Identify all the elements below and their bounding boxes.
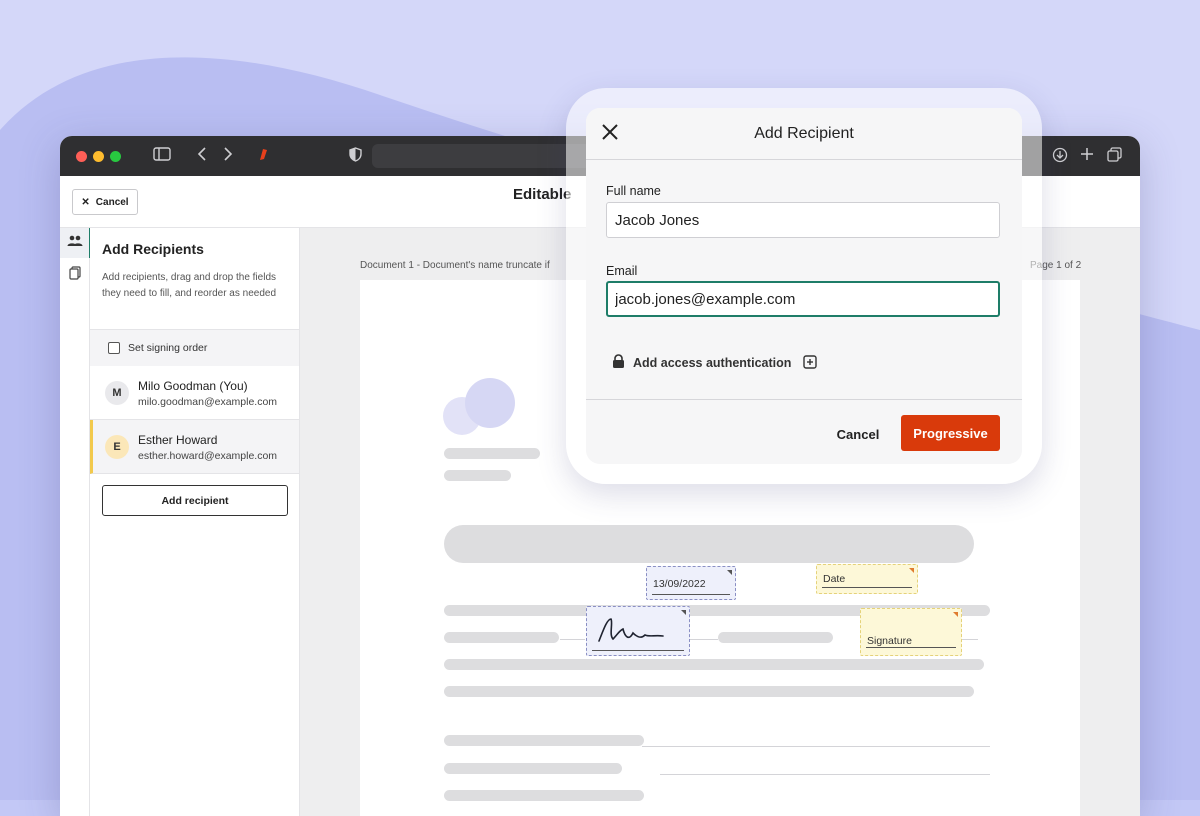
add-recipient-dialog: Add Recipient Full name Email Add access… (586, 108, 1022, 464)
signing-order-checkbox[interactable] (108, 342, 120, 354)
date-field-value: 13/09/2022 (653, 578, 706, 590)
copy-icon (68, 265, 81, 285)
resize-handle-icon (727, 570, 732, 575)
app-logo-icon (257, 147, 269, 166)
logo-placeholder (443, 378, 515, 435)
back-icon[interactable] (197, 147, 207, 166)
signature-mark (598, 618, 664, 642)
placeholder-line (718, 632, 833, 643)
placeholder-line (444, 632, 559, 643)
field-underline (866, 647, 956, 648)
field-underline (592, 650, 684, 651)
cancel-button[interactable]: Cancel (822, 417, 894, 451)
full-name-label: Full name (606, 184, 661, 198)
plus-square-icon (803, 354, 818, 372)
shield-icon[interactable] (349, 147, 362, 167)
signing-order-row[interactable]: Set signing order (90, 329, 299, 367)
sidebar-toggle-icon[interactable] (153, 147, 171, 166)
people-icon (67, 234, 83, 252)
placeholder-line (444, 735, 644, 746)
resize-handle-icon (953, 612, 958, 617)
divider (560, 639, 585, 640)
placeholder-line (444, 763, 622, 774)
left-rail (60, 228, 91, 816)
date-field-placeholder: Date (823, 573, 846, 585)
placeholder-line (444, 448, 540, 459)
lock-icon (612, 354, 625, 372)
maximize-window-button[interactable] (110, 151, 121, 162)
email-field[interactable] (606, 281, 1000, 317)
add-recipient-button[interactable]: Add recipient (102, 485, 288, 516)
avatar: M (105, 381, 129, 405)
signing-order-label: Set signing order (128, 342, 208, 354)
cancel-button-label: Cancel (95, 196, 129, 208)
tabs-overview-icon[interactable] (1107, 147, 1122, 167)
resize-handle-icon (909, 568, 914, 573)
cancel-button[interactable]: ✕ Cancel (72, 189, 138, 215)
full-name-field[interactable] (606, 202, 1000, 238)
close-window-button[interactable] (76, 151, 87, 162)
recipients-panel: Add Recipients Add recipients, drag and … (90, 228, 300, 816)
download-icon[interactable] (1052, 147, 1068, 168)
date-field[interactable]: Date (816, 564, 918, 594)
signature-field[interactable] (586, 606, 690, 656)
dialog-footer: Cancel Progressive (586, 399, 1022, 464)
progressive-button[interactable]: Progressive (901, 415, 1000, 451)
add-access-authentication-button[interactable]: Add access authentication (612, 353, 818, 373)
placeholder-line (444, 686, 974, 697)
recipient-name: Milo Goodman (You) (138, 379, 248, 393)
field-underline (822, 587, 912, 588)
new-tab-icon[interactable] (1080, 147, 1094, 166)
recipient-email: esther.howard@example.com (138, 450, 278, 462)
auth-label: Add access authentication (633, 356, 792, 370)
divider (960, 639, 978, 640)
panel-title: Add Recipients (102, 241, 204, 257)
document-title: Editable (513, 186, 572, 203)
divider (642, 746, 990, 747)
close-icon: ✕ (81, 196, 90, 208)
recipient-name: Esther Howard (138, 433, 218, 447)
avatar: E (105, 435, 129, 459)
panel-description: Add recipients, drag and drop the fields… (102, 272, 277, 299)
list-item[interactable]: E Esther Howard esther.howard@example.co… (90, 420, 299, 474)
dialog-title: Add Recipient (754, 125, 854, 142)
placeholder-line (444, 790, 644, 801)
signature-field-placeholder: Signature (867, 635, 912, 647)
rail-item-recipients[interactable] (60, 228, 91, 258)
document-name: Document 1 - Document's name truncate if (360, 260, 550, 271)
placeholder-heading (444, 525, 974, 563)
email-label: Email (606, 264, 638, 278)
dialog-header: Add Recipient (586, 108, 1022, 160)
field-underline (652, 594, 730, 595)
signature-field[interactable]: Signature (860, 608, 962, 656)
list-item[interactable]: M Milo Goodman (You) milo.goodman@exampl… (90, 366, 299, 420)
rail-item-pages[interactable] (60, 260, 89, 290)
date-field[interactable]: 13/09/2022 (646, 566, 736, 600)
minimize-window-button[interactable] (93, 151, 104, 162)
divider (660, 774, 990, 775)
divider (690, 639, 718, 640)
placeholder-line (444, 659, 984, 670)
recipient-email: milo.goodman@example.com (138, 396, 278, 408)
forward-icon[interactable] (223, 147, 233, 166)
placeholder-line (444, 470, 511, 481)
